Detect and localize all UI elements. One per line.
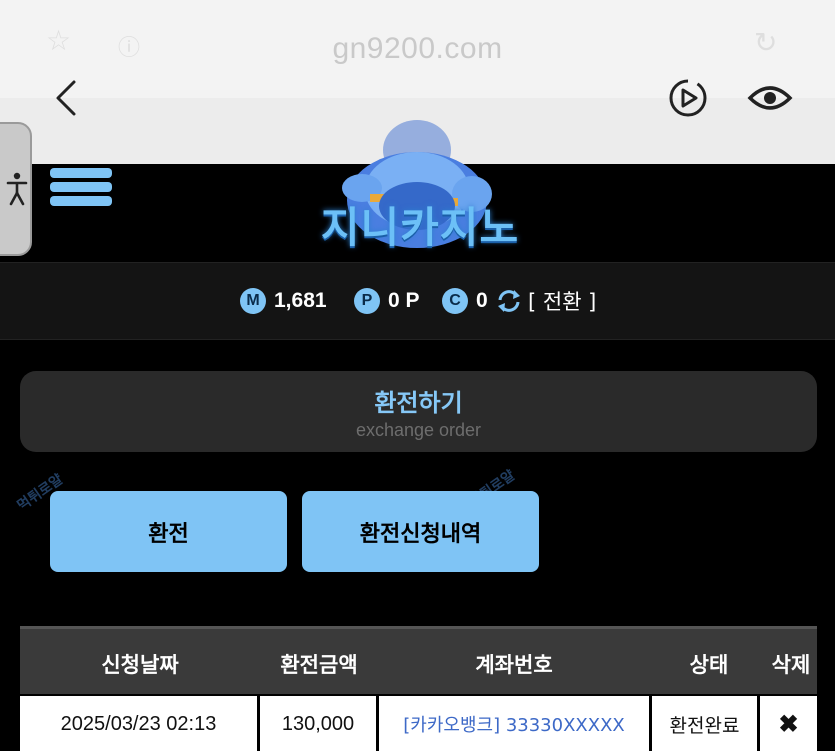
accessibility-tab[interactable] bbox=[0, 122, 32, 256]
reload-icon[interactable]: ↻ bbox=[754, 26, 777, 59]
info-icon[interactable]: ⓘ bbox=[118, 30, 140, 62]
casino-badge-icon: C bbox=[442, 288, 468, 314]
accessibility-person-icon bbox=[6, 172, 28, 206]
convert-label: [ 전환 ] bbox=[528, 290, 597, 314]
eye-icon bbox=[747, 86, 793, 110]
header-account: 계좌번호 bbox=[475, 653, 553, 677]
bookmark-star-icon[interactable]: ☆ bbox=[46, 24, 71, 57]
point-badge-icon: P bbox=[354, 288, 380, 314]
cell-account: [카카오뱅크] 33330XXXXX bbox=[379, 696, 649, 751]
video-play-button[interactable] bbox=[666, 76, 710, 120]
cell-amount: 130,000 bbox=[260, 696, 376, 751]
casino-value: 0 bbox=[476, 289, 488, 312]
back-button[interactable] bbox=[50, 78, 84, 118]
hamburger-line bbox=[50, 196, 112, 206]
chevron-left-icon bbox=[56, 80, 76, 116]
close-icon: ✖ bbox=[778, 710, 799, 738]
refresh-icon bbox=[498, 290, 520, 312]
video-play-icon bbox=[669, 79, 707, 117]
exchange-history-button[interactable]: 환전신청내역 bbox=[302, 491, 539, 572]
cell-date: 2025/03/23 02:13 bbox=[20, 696, 257, 751]
money-badge-icon: M bbox=[240, 288, 266, 314]
exchange-order-panel: 환전하기 exchange order bbox=[20, 371, 817, 452]
cell-status: 환전완료 bbox=[652, 696, 757, 751]
money-value: 1,681 bbox=[274, 289, 327, 312]
point-balance: P 0 P bbox=[354, 286, 420, 316]
hamburger-line bbox=[50, 182, 112, 192]
convert-button[interactable]: [ 전환 ] bbox=[496, 286, 596, 316]
casino-balance: C 0 bbox=[442, 286, 488, 316]
header-delete: 삭제 bbox=[771, 653, 811, 677]
table-row: 2025/03/23 02:13 130,000 [카카오뱅크] 33330XX… bbox=[20, 696, 817, 751]
header-date: 신청날짜 bbox=[101, 653, 179, 677]
panel-title: 환전하기 bbox=[374, 389, 463, 417]
eye-button[interactable] bbox=[746, 80, 794, 116]
hamburger-menu-icon bbox=[50, 168, 112, 178]
exchange-button[interactable]: 환전 bbox=[50, 491, 287, 572]
panel-subtitle: exchange order bbox=[355, 420, 482, 440]
delete-button[interactable]: ✖ bbox=[760, 696, 817, 751]
header-amount: 환전금액 bbox=[280, 653, 358, 677]
money-balance: M 1,681 bbox=[240, 286, 327, 316]
table-header: 신청날짜 환전금액 계좌번호 상태 삭제 bbox=[20, 626, 817, 694]
site-logo[interactable]: 지니카지노 bbox=[290, 194, 550, 255]
header-status: 상태 bbox=[689, 653, 729, 677]
point-value: 0 P bbox=[388, 289, 420, 312]
menu-button[interactable] bbox=[50, 152, 114, 208]
